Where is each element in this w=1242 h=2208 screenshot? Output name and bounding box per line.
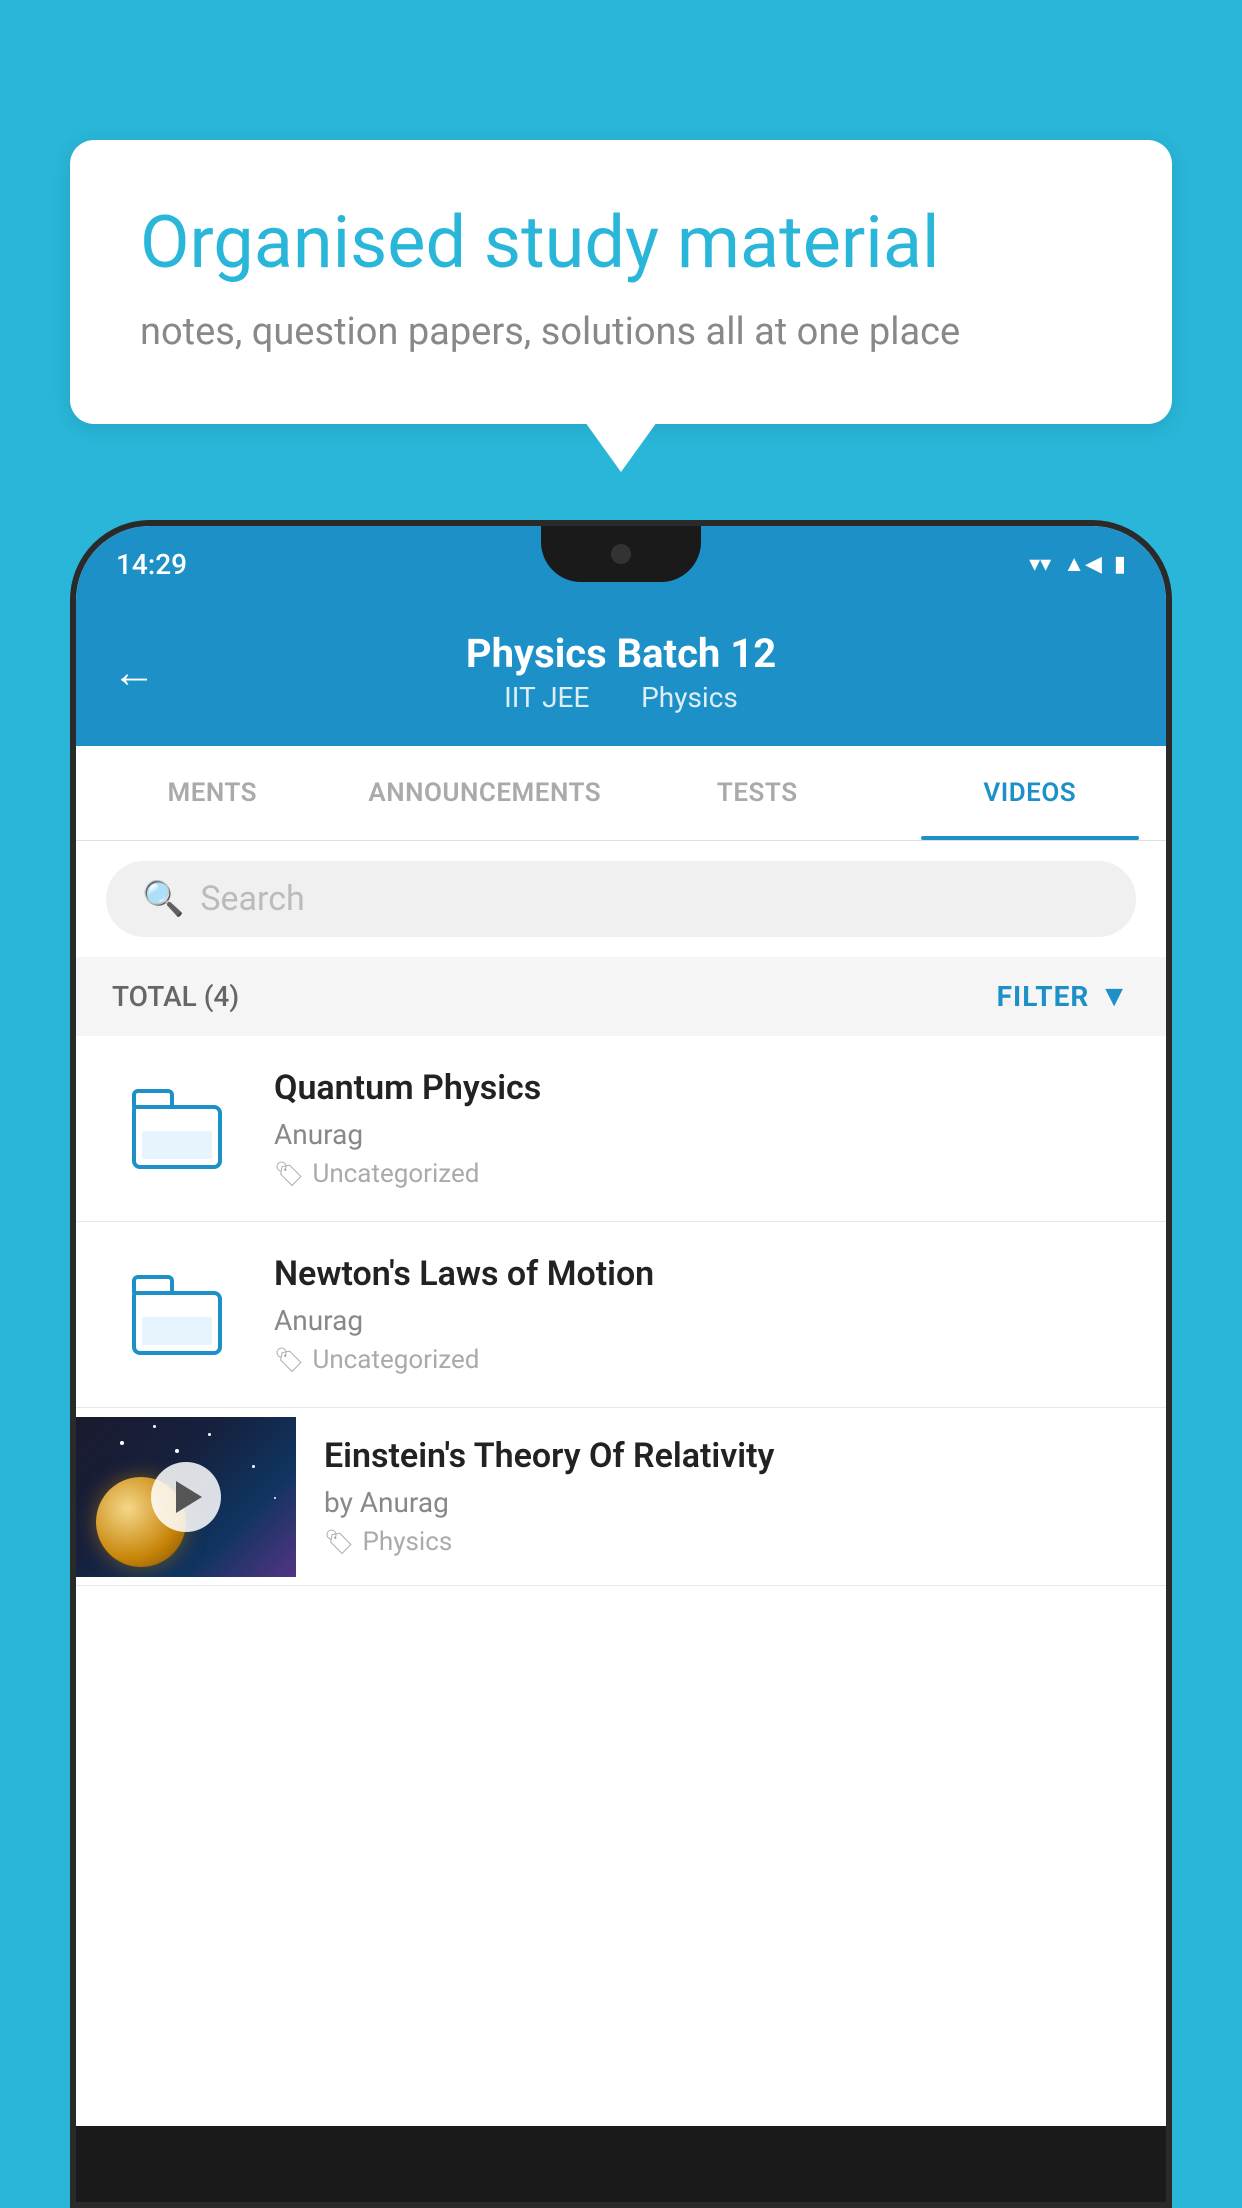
search-wrapper: 🔍 Search — [76, 841, 1166, 957]
status-time: 14:29 — [116, 548, 187, 581]
battery-icon: ▮ — [1114, 552, 1126, 577]
video-title: Quantum Physics — [274, 1068, 1130, 1108]
speech-bubble: Organised study material notes, question… — [70, 140, 1172, 424]
video-thumbnail — [76, 1417, 296, 1577]
back-button[interactable]: ← — [112, 650, 156, 694]
play-icon — [176, 1481, 202, 1513]
subtitle-physics: Physics — [641, 681, 738, 714]
total-label: TOTAL (4) — [112, 980, 239, 1013]
list-item[interactable]: Newton's Laws of Motion Anurag 🏷 Uncateg… — [76, 1222, 1166, 1408]
video-thumbnail-placeholder — [112, 1079, 242, 1179]
search-icon: 🔍 — [142, 879, 184, 919]
video-tag: 🏷 Uncategorized — [274, 1159, 1130, 1189]
batch-title: Physics Batch 12 — [466, 630, 776, 677]
app-header: ← Physics Batch 12 IIT JEE Physics — [76, 602, 1166, 746]
list-item[interactable]: Einstein's Theory Of Relativity by Anura… — [76, 1408, 1166, 1586]
batch-subtitle: IIT JEE Physics — [466, 681, 776, 714]
subtitle-iit: IIT JEE — [504, 681, 589, 714]
tag-label: Uncategorized — [312, 1345, 479, 1375]
tab-announcements[interactable]: ANNOUNCEMENTS — [349, 746, 622, 840]
tag-icon: 🏷 — [274, 1160, 304, 1188]
tag-label: Uncategorized — [312, 1159, 479, 1189]
video-info: Quantum Physics Anurag 🏷 Uncategorized — [274, 1068, 1130, 1189]
video-author: Anurag — [274, 1304, 1130, 1337]
video-title: Einstein's Theory Of Relativity — [324, 1436, 1138, 1476]
filter-icon: ▼ — [1099, 979, 1130, 1014]
signal-icon: ▲◀ — [1063, 551, 1102, 577]
tab-ments[interactable]: MENTS — [76, 746, 349, 840]
tag-icon: 🏷 — [324, 1528, 354, 1556]
tabs-bar: MENTS ANNOUNCEMENTS TESTS VIDEOS — [76, 746, 1166, 841]
speech-bubble-card: Organised study material notes, question… — [70, 140, 1172, 424]
notch — [541, 526, 701, 582]
status-bar: 14:29 ▾▾ ▲◀ ▮ — [76, 526, 1166, 602]
header-title: Physics Batch 12 IIT JEE Physics — [466, 630, 776, 714]
video-list: Quantum Physics Anurag 🏷 Uncategorized — [76, 1036, 1166, 1586]
filter-row: TOTAL (4) FILTER ▼ — [76, 957, 1166, 1036]
phone-frame: 14:29 ▾▾ ▲◀ ▮ ← Physics Batch 12 IIT JEE… — [70, 520, 1172, 2208]
search-input[interactable]: Search — [200, 879, 304, 919]
tag-label: Physics — [362, 1527, 452, 1557]
bubble-subtitle: notes, question papers, solutions all at… — [140, 310, 1102, 354]
search-bar[interactable]: 🔍 Search — [106, 861, 1136, 937]
video-author: by Anurag — [324, 1486, 1138, 1519]
tab-tests[interactable]: TESTS — [621, 746, 894, 840]
video-title: Newton's Laws of Motion — [274, 1254, 1130, 1294]
tab-videos[interactable]: VIDEOS — [894, 746, 1167, 840]
list-item[interactable]: Quantum Physics Anurag 🏷 Uncategorized — [76, 1036, 1166, 1222]
camera-dot — [611, 544, 631, 564]
tag-icon: 🏷 — [274, 1346, 304, 1374]
folder-icon — [132, 1089, 222, 1169]
play-button[interactable] — [151, 1462, 221, 1532]
filter-label: FILTER — [997, 980, 1090, 1013]
filter-button[interactable]: FILTER ▼ — [997, 979, 1130, 1014]
video-author: Anurag — [274, 1118, 1130, 1151]
video-thumbnail-placeholder — [112, 1265, 242, 1365]
wifi-icon: ▾▾ — [1029, 552, 1051, 577]
status-icons: ▾▾ ▲◀ ▮ — [1029, 551, 1126, 577]
phone-inner: 14:29 ▾▾ ▲◀ ▮ ← Physics Batch 12 IIT JEE… — [76, 526, 1166, 2126]
folder-icon — [132, 1275, 222, 1355]
video-tag: 🏷 Physics — [324, 1527, 1138, 1557]
video-info: Newton's Laws of Motion Anurag 🏷 Uncateg… — [274, 1254, 1130, 1375]
bubble-title: Organised study material — [140, 200, 1102, 286]
video-tag: 🏷 Uncategorized — [274, 1345, 1130, 1375]
video-info: Einstein's Theory Of Relativity by Anura… — [296, 1408, 1166, 1585]
